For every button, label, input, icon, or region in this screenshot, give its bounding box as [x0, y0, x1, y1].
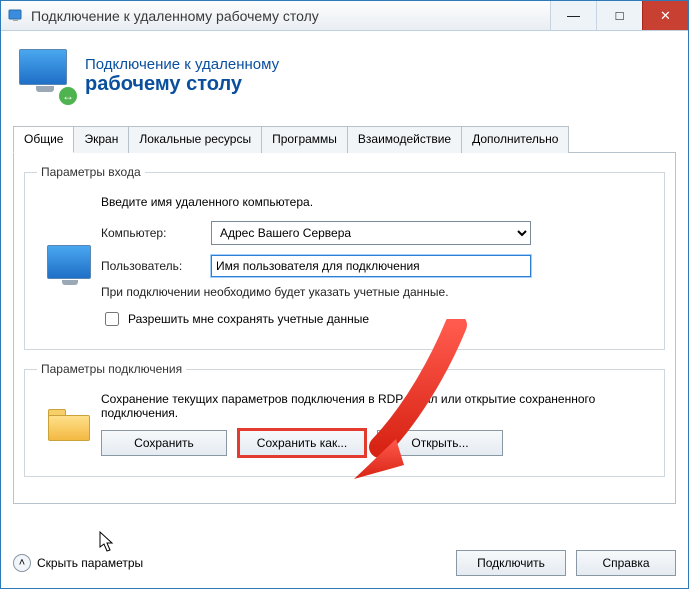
maximize-glyph: □ [616, 9, 624, 22]
close-button[interactable]: ✕ [642, 1, 688, 30]
minimize-button[interactable]: — [550, 1, 596, 30]
allow-save-label: Разрешить мне сохранять учетные данные [128, 312, 369, 326]
maximize-button[interactable]: □ [596, 1, 642, 30]
titlebar[interactable]: Подключение к удаленному рабочему столу … [1, 1, 688, 31]
window-controls: — □ ✕ [550, 1, 688, 30]
user-label: Пользователь: [101, 259, 211, 273]
rdp-window: Подключение к удаленному рабочему столу … [0, 0, 689, 589]
computer-combobox[interactable]: Адрес Вашего Сервера [211, 221, 531, 245]
chevron-up-icon: ˄ [13, 554, 31, 572]
connection-settings-group: Параметры подключения Сохранение текущих… [24, 362, 665, 477]
login-settings-group: Параметры входа Введите имя удаленного к… [24, 165, 665, 350]
toggle-options-label: Скрыть параметры [37, 556, 143, 570]
toggle-options[interactable]: ˄ Скрыть параметры [13, 554, 143, 572]
tabstrip: Общие Экран Локальные ресурсы Программы … [13, 125, 676, 153]
help-button[interactable]: Справка [576, 550, 676, 576]
login-intro: Введите имя удаленного компьютера. [101, 195, 652, 209]
rdp-hero-icon: ↔ [17, 47, 75, 105]
tab-general[interactable]: Общие [13, 126, 74, 153]
connection-desc: Сохранение текущих параметров подключени… [101, 392, 652, 420]
allow-save-credentials[interactable]: Разрешить мне сохранять учетные данные [101, 309, 652, 329]
open-button[interactable]: Открыть... [377, 430, 503, 456]
dialog-footer: ˄ Скрыть параметры Подключить Справка [13, 550, 676, 576]
save-button[interactable]: Сохранить [101, 430, 227, 456]
computer-icon [47, 245, 91, 279]
tabpanel-general: Параметры входа Введите имя удаленного к… [13, 153, 676, 504]
hero-line2: рабочему столу [85, 73, 279, 96]
credentials-note: При подключении необходимо будет указать… [101, 285, 652, 299]
window-title: Подключение к удаленному рабочему столу [31, 8, 550, 24]
folder-icon [46, 407, 92, 441]
minimize-glyph: — [567, 9, 580, 22]
tab-experience[interactable]: Взаимодействие [347, 126, 462, 153]
close-glyph: ✕ [660, 9, 671, 22]
tab-local-resources[interactable]: Локальные ресурсы [128, 126, 262, 153]
tab-programs[interactable]: Программы [261, 126, 348, 153]
save-as-button[interactable]: Сохранить как... [239, 430, 365, 456]
computer-label: Компьютер: [101, 226, 211, 240]
allow-save-checkbox[interactable] [105, 312, 119, 326]
tab-advanced[interactable]: Дополнительно [461, 126, 569, 153]
connect-button[interactable]: Подключить [456, 550, 566, 576]
app-icon [7, 7, 25, 25]
client-area: ↔ Подключение к удаленному рабочему стол… [1, 31, 688, 588]
connection-settings-legend: Параметры подключения [37, 362, 186, 376]
hero-line1: Подключение к удаленному [85, 56, 279, 73]
tab-display[interactable]: Экран [73, 126, 129, 153]
username-input[interactable] [211, 255, 531, 277]
login-settings-legend: Параметры входа [37, 165, 145, 179]
dialog-header: ↔ Подключение к удаленному рабочему стол… [13, 41, 676, 119]
